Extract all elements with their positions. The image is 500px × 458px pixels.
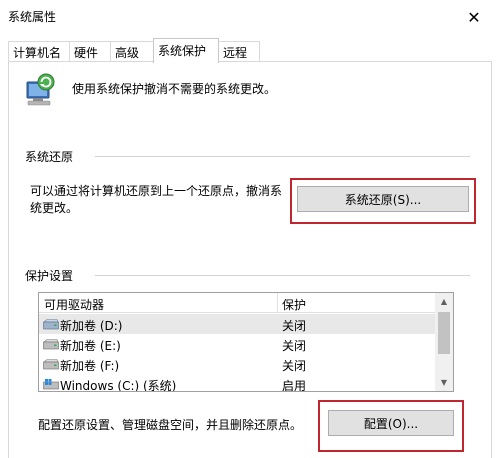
scroll-down-icon[interactable]: ▼ — [435, 374, 453, 391]
windows-drive-icon — [43, 379, 59, 390]
column-separator[interactable] — [277, 293, 278, 313]
restore-group-divider — [95, 156, 470, 157]
system-restore-button[interactable]: 系统还原(S)... — [297, 186, 469, 212]
drive-name: Windows (C:) (系统) — [60, 379, 177, 392]
header-description: 使用系统保护撤消不需要的系统更改。 — [72, 82, 277, 96]
configure-button[interactable]: 配置(O)... — [328, 410, 454, 436]
restore-description-line1: 可以通过将计算机还原到上一个还原点，撤消系 — [30, 184, 283, 198]
drive-name: 新加卷 (F:) — [60, 359, 120, 373]
drive-icon — [43, 359, 59, 370]
tab-remote[interactable]: 远程 — [218, 41, 260, 62]
drive-name: 新加卷 (E:) — [60, 339, 121, 353]
close-icon[interactable]: ✕ — [458, 4, 490, 30]
tab-system-protection[interactable]: 系统保护 — [153, 38, 219, 63]
table-row[interactable]: 新加卷 (D:) 关闭 — [39, 314, 435, 334]
title-bar: 系统属性 ✕ — [0, 0, 500, 34]
protection-status: 启用 — [282, 379, 307, 392]
drive-name: 新加卷 (D:) — [60, 319, 123, 333]
tab-advanced[interactable]: 高级 — [110, 41, 154, 62]
tab-hardware[interactable]: 硬件 — [69, 41, 111, 62]
protection-group-divider — [95, 275, 470, 276]
restore-group-title: 系统还原 — [25, 148, 80, 165]
table-row[interactable]: 新加卷 (E:) 关闭 — [39, 334, 435, 354]
protection-status: 关闭 — [282, 319, 307, 333]
tab-strip: 计算机名 硬件 高级 系统保护 远程 — [0, 38, 500, 63]
protection-status: 关闭 — [282, 359, 307, 373]
system-protection-icon — [26, 73, 55, 106]
restore-description-line2: 统更改。 — [30, 201, 79, 215]
drive-icon — [43, 339, 59, 350]
column-header-protection[interactable]: 保护 — [282, 296, 306, 313]
scroll-thumb[interactable] — [438, 312, 450, 354]
tab-computer-name[interactable]: 计算机名 — [8, 41, 70, 62]
column-header-drives[interactable]: 可用驱动器 — [44, 296, 104, 313]
table-row[interactable]: 新加卷 (F:) 关闭 — [39, 354, 435, 374]
drive-icon — [43, 319, 59, 330]
window-title: 系统属性 — [8, 10, 57, 24]
scroll-up-icon[interactable]: ▲ — [435, 293, 453, 310]
tab-panel — [8, 61, 492, 458]
list-header: 可用驱动器 保护 — [39, 293, 435, 313]
protection-group-title: 保护设置 — [25, 267, 80, 284]
list-scrollbar[interactable]: ▲ ▼ — [435, 293, 453, 391]
protection-status: 关闭 — [282, 339, 307, 353]
restore-description: 可以通过将计算机还原到上一个还原点，撤消系 统更改。 — [30, 183, 282, 217]
configure-description: 配置还原设置、管理磁盘空间，并且删除还原点。 — [38, 418, 303, 432]
drive-list[interactable]: 可用驱动器 保护 新加卷 (D:) 关闭 新加卷 (E:) 关闭 新加卷 (F:… — [38, 292, 454, 392]
table-row[interactable]: Windows (C:) (系统) 启用 — [39, 374, 435, 392]
